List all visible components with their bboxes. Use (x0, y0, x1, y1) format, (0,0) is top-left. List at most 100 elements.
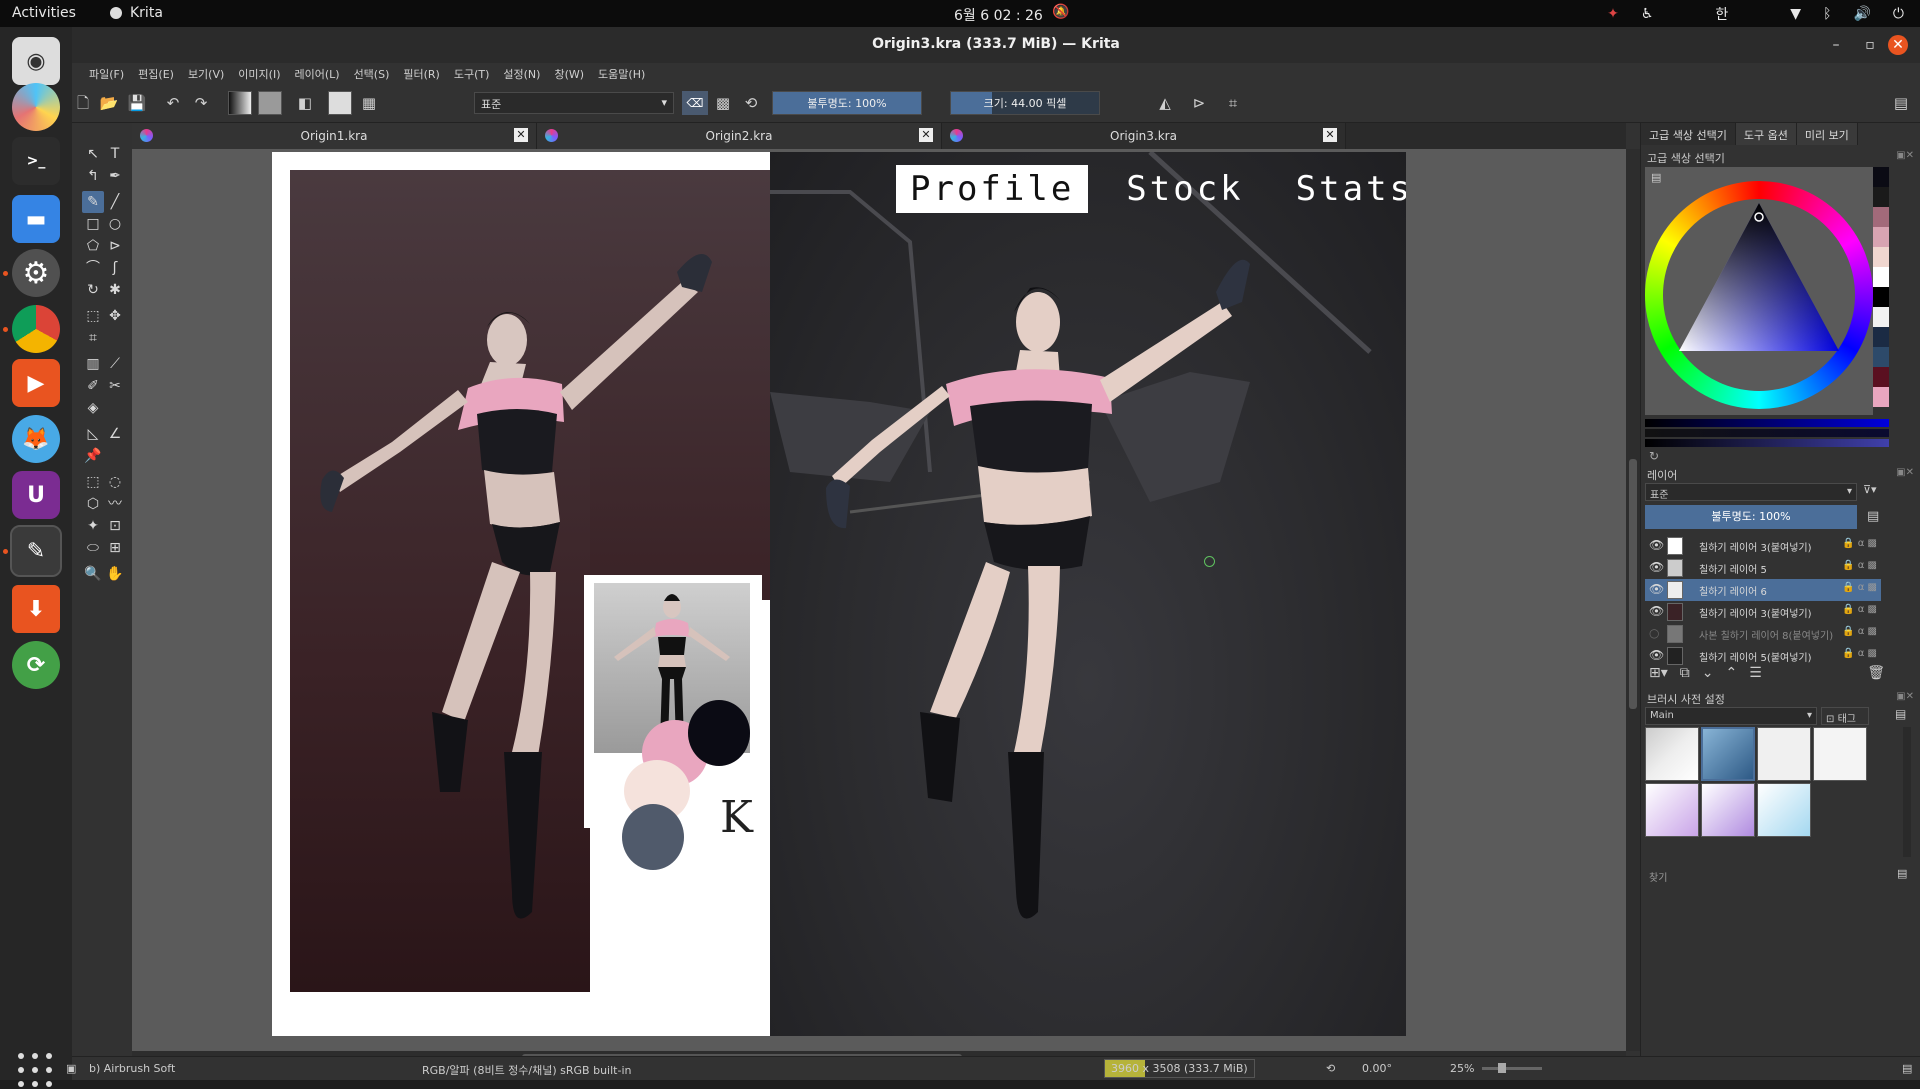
assistant-tool-icon[interactable]: ◺ (82, 423, 104, 445)
recent-colors-strip[interactable] (1873, 167, 1889, 415)
brush-editor-icon[interactable]: ▦ (358, 92, 380, 114)
brush-preset-violet[interactable] (1701, 783, 1755, 837)
gradient-selector-icon[interactable] (228, 91, 252, 115)
bezier-select-tool-icon[interactable]: ⬭ (82, 537, 104, 559)
eye-icon[interactable]: 👁 (1649, 538, 1664, 552)
menu-filter[interactable]: 필터(R) (396, 63, 446, 83)
pattern-selector-icon[interactable] (258, 91, 282, 115)
preserve-alpha-icon[interactable]: ▩ (712, 92, 734, 114)
brush-preset-eraser[interactable] (1645, 727, 1699, 781)
files-icon[interactable]: ▬ (12, 195, 60, 243)
docker-float-close-icon[interactable]: ▣✕ (1896, 691, 1914, 702)
dynamic-brush-tool-icon[interactable]: ↻ (82, 279, 104, 301)
eye-icon[interactable]: 👁 (1649, 582, 1664, 596)
layer-opacity-slider[interactable]: 불투명도: 100% (1645, 505, 1857, 529)
brush-preset-pencil[interactable] (1757, 727, 1811, 781)
settings-gear-icon[interactable]: ⚙ (12, 249, 60, 297)
eye-icon[interactable]: 👁 (1649, 560, 1664, 574)
freehand-brush-tool-icon[interactable]: ✎ (82, 191, 104, 213)
ellipse-tool-icon[interactable]: ○ (104, 213, 126, 235)
close-button[interactable]: ✕ (1888, 35, 1908, 55)
move-down-icon[interactable]: ⌄ (1702, 665, 1714, 687)
brush-view-options-icon[interactable]: ▤ (1895, 707, 1906, 721)
layer-lock-alpha-icons[interactable]: 🔒 α ▩ (1842, 648, 1877, 659)
measure-tool-icon[interactable]: ∠ (104, 423, 126, 445)
clock[interactable]: 6월 6 02 : 26 (954, 5, 1043, 25)
rotation-reset-icon[interactable]: ⟲ (1326, 1062, 1335, 1075)
color-selector-settings-icon[interactable]: ▤ (1651, 171, 1661, 184)
close-tab-icon[interactable]: ✕ (514, 128, 528, 142)
color-picker-icon[interactable]: ✦ (1607, 6, 1619, 22)
color-app-icon[interactable] (12, 83, 60, 131)
crop-tool-icon[interactable]: ⌗ (82, 327, 104, 349)
tab-origin3[interactable]: Origin3.kra ✕ (942, 123, 1346, 149)
tab-tool-options[interactable]: 도구 옵션 (1735, 123, 1797, 145)
download-app-icon[interactable]: ⬇ (12, 585, 60, 633)
pan-tool-icon[interactable]: ✋ (104, 563, 126, 585)
gradient-tool-icon[interactable]: ▥ (82, 353, 104, 375)
canvas-area[interactable]: K Profile Stock Stats (132, 149, 1626, 1051)
reference-tool-icon[interactable]: 📌 (82, 445, 104, 467)
menu-select[interactable]: 선택(S) (347, 63, 397, 83)
menu-file[interactable]: 파일(F) (82, 63, 131, 83)
edit-shapes-tool-icon[interactable]: ↰ (82, 165, 104, 187)
eye-icon[interactable]: 👁 (1649, 604, 1664, 618)
opacity-slider[interactable]: 불투명도: 100% (772, 91, 922, 115)
volume-icon[interactable]: 🔊 (1853, 6, 1870, 22)
brush-tag-button[interactable]: ⊡ 태그 (1821, 707, 1869, 725)
new-document-icon[interactable]: 🗋 (72, 92, 94, 114)
bluetooth-icon[interactable]: ᛒ (1823, 6, 1831, 22)
layer-lock-alpha-icons[interactable]: 🔒 α ▩ (1842, 626, 1877, 637)
brush-preset-ink[interactable] (1813, 727, 1867, 781)
polygon-select-tool-icon[interactable]: ⬡ (82, 493, 104, 515)
tab-origin1[interactable]: Origin1.kra ✕ (132, 123, 537, 149)
menu-window[interactable]: 창(W) (547, 63, 591, 83)
activities-button[interactable]: Activities (12, 5, 76, 21)
menu-view[interactable]: 보기(V) (181, 63, 231, 83)
magnetic-select-tool-icon[interactable]: ⊞ (104, 537, 126, 559)
layer-filter-icon[interactable]: ⊽▾ (1863, 483, 1877, 496)
duplicate-layer-icon[interactable]: ⧉ (1680, 665, 1690, 687)
krita-icon[interactable]: ✎ (10, 525, 62, 577)
layer-lock-alpha-icons[interactable]: 🔒 α ▩ (1842, 560, 1877, 571)
vertical-scrollbar[interactable] (1626, 149, 1640, 1051)
contiguous-select-tool-icon[interactable]: ✦ (82, 515, 104, 537)
add-layer-icon[interactable]: ⊞▾ (1649, 665, 1668, 687)
menu-tools[interactable]: 도구(T) (447, 63, 497, 83)
workspace-icon[interactable]: ▤ (1890, 92, 1912, 114)
fill-tool-icon[interactable]: ◈ (82, 397, 104, 419)
multibrush-tool-icon[interactable]: ✱ (104, 279, 126, 301)
ellipse-select-tool-icon[interactable]: ◌ (104, 471, 126, 493)
wrap-toggle-icon[interactable]: ▤ (1902, 1062, 1912, 1075)
power-icon[interactable]: ⏻ (1893, 6, 1904, 22)
refresh-icon[interactable]: ↻ (1649, 449, 1659, 463)
mirror-vertical-icon[interactable]: ⊳ (1188, 92, 1210, 114)
menu-settings[interactable]: 설정(N) (496, 63, 547, 83)
zoom-slider[interactable] (1482, 1063, 1542, 1073)
layer-blend-mode-select[interactable]: 표준 ▾ (1645, 483, 1857, 501)
menu-layer[interactable]: 레이어(L) (287, 63, 346, 83)
brush-group-select[interactable]: Main ▾ (1645, 707, 1817, 725)
tab-origin2[interactable]: Origin2.kra ✕ (537, 123, 942, 149)
layer-settings-icon[interactable]: ☰ (1749, 665, 1762, 687)
brush-preview-icon[interactable]: ▣ (66, 1062, 76, 1075)
maximize-button[interactable]: ▫ (1860, 35, 1880, 55)
terminal-icon[interactable]: >_ (12, 137, 60, 185)
open-document-icon[interactable]: 📂 (98, 92, 120, 114)
input-method-indicator[interactable]: 한 (1715, 4, 1728, 24)
colorize-mask-tool-icon[interactable]: ✐ (82, 375, 104, 397)
system-tray[interactable]: ✦ ♿ 한 ▼ ᛒ 🔊 ⏻ (1607, 4, 1904, 24)
delete-layer-icon[interactable]: 🗑 (1867, 665, 1885, 687)
close-tab-icon[interactable]: ✕ (919, 128, 933, 142)
color-selector[interactable]: ▤ (1645, 167, 1873, 415)
undo-icon[interactable]: ↶ (162, 92, 184, 114)
chrome-icon[interactable] (12, 305, 60, 353)
brush-preset-airbrush[interactable] (1701, 727, 1755, 781)
layer-row-selected[interactable]: 👁 칠하기 레이어 6 🔒 α ▩ (1645, 579, 1881, 601)
zoom-value[interactable]: 25% (1450, 1062, 1474, 1075)
layer-row[interactable]: 👁 칠하기 레이어 5(붙여넣기) 🔒 α ▩ (1645, 645, 1881, 667)
layer-lock-alpha-icons[interactable]: 🔒 α ▩ (1842, 538, 1877, 549)
docker-float-close-icon[interactable]: ▣✕ (1896, 150, 1914, 161)
accessibility-icon[interactable]: ♿ (1641, 6, 1654, 22)
rect-select-tool-icon[interactable]: ⬚ (82, 471, 104, 493)
